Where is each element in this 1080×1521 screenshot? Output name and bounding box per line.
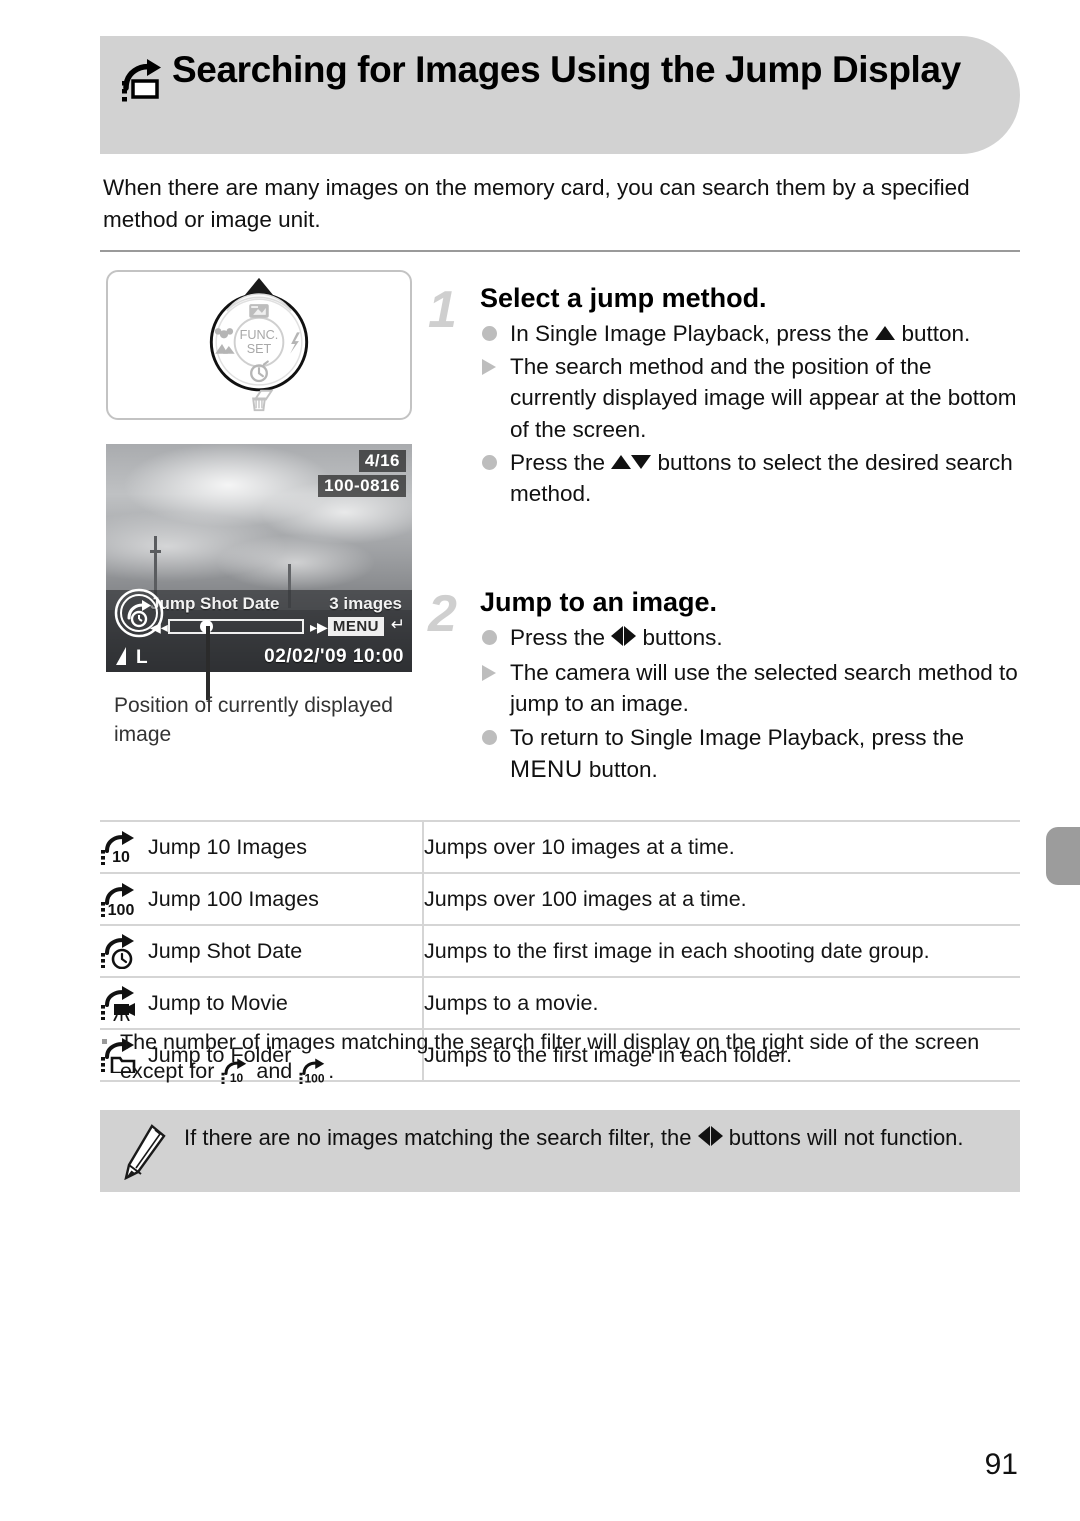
lcd-quality-indicator: L [114, 645, 148, 667]
lcd-datetime: 02/02/'09 10:00 [264, 646, 404, 667]
jump-shot-date-icon [100, 933, 138, 970]
step-2-number: 2 [428, 585, 457, 643]
chapter-thumb-index [1046, 827, 1080, 885]
jump-100-images-icon: 100 [298, 1057, 328, 1086]
trash-icon [252, 389, 274, 412]
lcd-menu-button[interactable]: MENU [327, 617, 384, 636]
jump-icon-number: 10 [112, 849, 130, 865]
footnote-text-middle: and [250, 1059, 299, 1084]
jump-to-movie-icon [100, 985, 138, 1022]
step-2-heading: Jump to an image. [480, 587, 718, 617]
bullet-text: To return to Single Image Playback, pres… [510, 724, 964, 750]
table-row: Jump to Movie Jumps to a movie. [100, 977, 1020, 1029]
jump-icon-number: 100 [108, 902, 135, 917]
bullet-text: Press the [510, 449, 612, 475]
bullet-dot-marker [482, 729, 497, 745]
table-cell-description: Jumps over 10 images at a time. [424, 834, 735, 859]
jump-10-images-icon: 10 [220, 1057, 250, 1085]
return-arrow-icon: ↵ [390, 615, 405, 634]
bullet-text: The camera will use the selected search … [510, 660, 1018, 717]
bullet-text-cont: buttons. [636, 625, 723, 651]
lcd-position-caption: Position of currently displayed image [114, 694, 393, 746]
table-cell-name: Jump Shot Date [100, 925, 424, 977]
dial-func-label: FUNC. [240, 328, 279, 342]
table-cell-name: 10 Jump 10 Images [100, 821, 424, 873]
footnote: The number of images matching the search… [100, 1028, 1020, 1086]
bullet-text-cont: button. [895, 321, 971, 347]
left-right-arrows-icon [611, 624, 637, 655]
step-1-bullets: In Single Image Playback, press the butt… [480, 318, 1024, 508]
footnote-text-part-2: . [328, 1059, 335, 1084]
svg-text:10: 10 [230, 1071, 244, 1084]
page-header-band: Searching for Images Using the Jump Disp… [100, 36, 1020, 154]
camera-lcd-screenshot: 4/16 100-0816 Jump Shot Date 3 images ◀◂… [106, 444, 412, 672]
table-cell-name: 100 Jump 100 Images [100, 873, 424, 925]
lcd-jump-method-label: Jump Shot Date [150, 594, 280, 613]
bullet-dot-marker [482, 630, 497, 646]
step-1-number: 1 [428, 281, 457, 339]
page-number: 91 [984, 1448, 1018, 1481]
intro-paragraph: When there are many images on the memory… [103, 175, 970, 232]
table-row: 100 Jump 100 Images Jumps over 100 image… [100, 873, 1020, 925]
step-2-bullets: Press the buttons. The camera will use t… [480, 622, 1024, 785]
jump-display-icon [120, 58, 166, 102]
step-1-bullet-1: In Single Image Playback, press the butt… [480, 318, 1024, 349]
step-1: 1 Select a jump method. In Single Image … [428, 282, 1024, 511]
lcd-file-number: 100-0816 [318, 475, 406, 498]
lcd-quality-label: L [136, 647, 148, 668]
table-cell-name-label: Jump Shot Date [148, 938, 303, 963]
lcd-jump-method-badge [114, 588, 164, 638]
lcd-position-slider[interactable] [168, 619, 304, 634]
table-cell-description: Jumps over 100 images at a time. [424, 886, 747, 911]
table-row: 10 Jump 10 Images Jumps over 10 images a… [100, 821, 1020, 873]
pencil-icon [122, 1124, 168, 1181]
next-arrow-icon: ▸▶ [310, 619, 328, 635]
page-title: Searching for Images Using the Jump Disp… [172, 49, 961, 90]
down-arrow-icon [631, 454, 652, 469]
step-1-bullet-2: The search method and the position of th… [480, 351, 1024, 444]
note-box: If there are no images matching the sear… [100, 1110, 1020, 1192]
caption-leader-line [206, 626, 210, 700]
step-2: 2 Jump to an image. Press the buttons. T… [428, 586, 1024, 788]
left-right-arrows-icon [697, 1124, 723, 1155]
bullet-text: The search method and the position of th… [510, 354, 1017, 442]
table-cell-name-label: Jump 100 Images [148, 886, 319, 911]
footnote-bullet-marker [102, 1039, 107, 1044]
bullet-triangle-marker [482, 665, 496, 682]
jump-10-images-icon: 10 [100, 829, 138, 866]
up-arrow-icon [611, 454, 632, 469]
bullet-dot-marker [482, 326, 497, 342]
note-text-part-1: If there are no images matching the sear… [184, 1125, 698, 1150]
table-cell-name-label: Jump 10 Images [148, 834, 307, 859]
step-2-bullet-1: Press the buttons. [480, 622, 1024, 655]
menu-button-label: MENU [510, 755, 583, 783]
up-arrow-icon [875, 326, 896, 341]
table-cell-description: Jumps to a movie. [424, 990, 599, 1015]
dial-set-label: SET [247, 342, 272, 356]
bullet-triangle-marker [482, 359, 496, 376]
bullet-text-cont: button. [582, 756, 658, 782]
footnote-body: The number of images matching the search… [100, 1028, 1020, 1086]
step-2-bullet-2: The camera will use the selected search … [480, 657, 1024, 719]
step-2-bullet-3: To return to Single Image Playback, pres… [480, 722, 1024, 786]
lcd-match-count: 3 images [329, 594, 402, 613]
bullet-text: Press the [510, 625, 612, 651]
bullet-dot-marker [482, 454, 497, 470]
note-text: If there are no images matching the sear… [184, 1122, 1000, 1155]
note-text-part-2: buttons will not function. [722, 1125, 964, 1150]
lcd-image-count: 4/16 [358, 450, 406, 473]
svg-text:100: 100 [305, 1072, 325, 1085]
control-dial-illustration: FUNC. SET [106, 270, 412, 420]
step-1-bullet-3: Press the buttons to select the desired … [480, 447, 1024, 509]
section-divider [100, 250, 1020, 252]
bullet-text: In Single Image Playback, press the [510, 321, 876, 347]
table-cell-name: Jump to Movie [100, 977, 424, 1029]
table-cell-name-label: Jump to Movie [148, 990, 288, 1015]
jump-100-images-icon: 100 [100, 881, 138, 919]
table-row: Jump Shot Date Jumps to the first image … [100, 925, 1020, 977]
exposure-compensation-icon [249, 304, 269, 318]
step-1-heading: Select a jump method. [480, 283, 767, 313]
fine-quality-icon [116, 647, 126, 665]
table-cell-description: Jumps to the first image in each shootin… [424, 938, 930, 963]
